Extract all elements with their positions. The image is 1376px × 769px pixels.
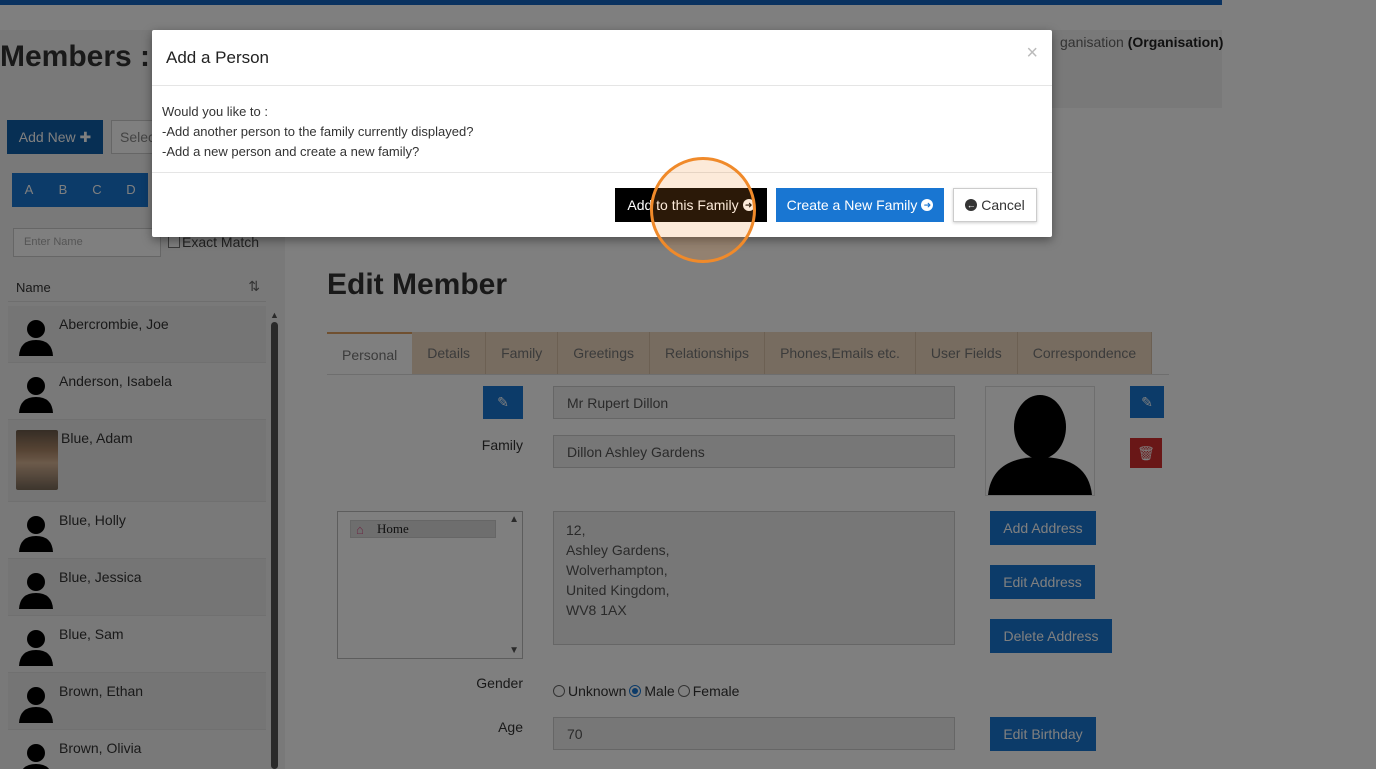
create-family-label: Create a New Family [786, 197, 918, 213]
dialog-title: Add a Person [166, 48, 270, 67]
cancel-label: Cancel [981, 197, 1025, 213]
dialog-text: Would you like to : [162, 104, 268, 119]
click-highlight-ring [650, 157, 756, 263]
dialog-text: -Add a new person and create a new famil… [162, 144, 420, 159]
cancel-button[interactable]: ← Cancel [953, 188, 1037, 222]
arrow-left-circle-icon: ← [965, 199, 978, 211]
close-icon[interactable]: × [1026, 42, 1038, 65]
dialog-text: -Add another person to the family curren… [162, 124, 474, 139]
dialog-header: Add a Person × [152, 30, 1052, 86]
create-new-family-button[interactable]: Create a New Family ➜ [776, 188, 944, 222]
add-person-dialog: Add a Person × Would you like to : -Add … [152, 30, 1052, 237]
dialog-body: Would you like to : -Add another person … [162, 102, 473, 162]
arrow-right-circle-icon: ➜ [921, 199, 934, 211]
